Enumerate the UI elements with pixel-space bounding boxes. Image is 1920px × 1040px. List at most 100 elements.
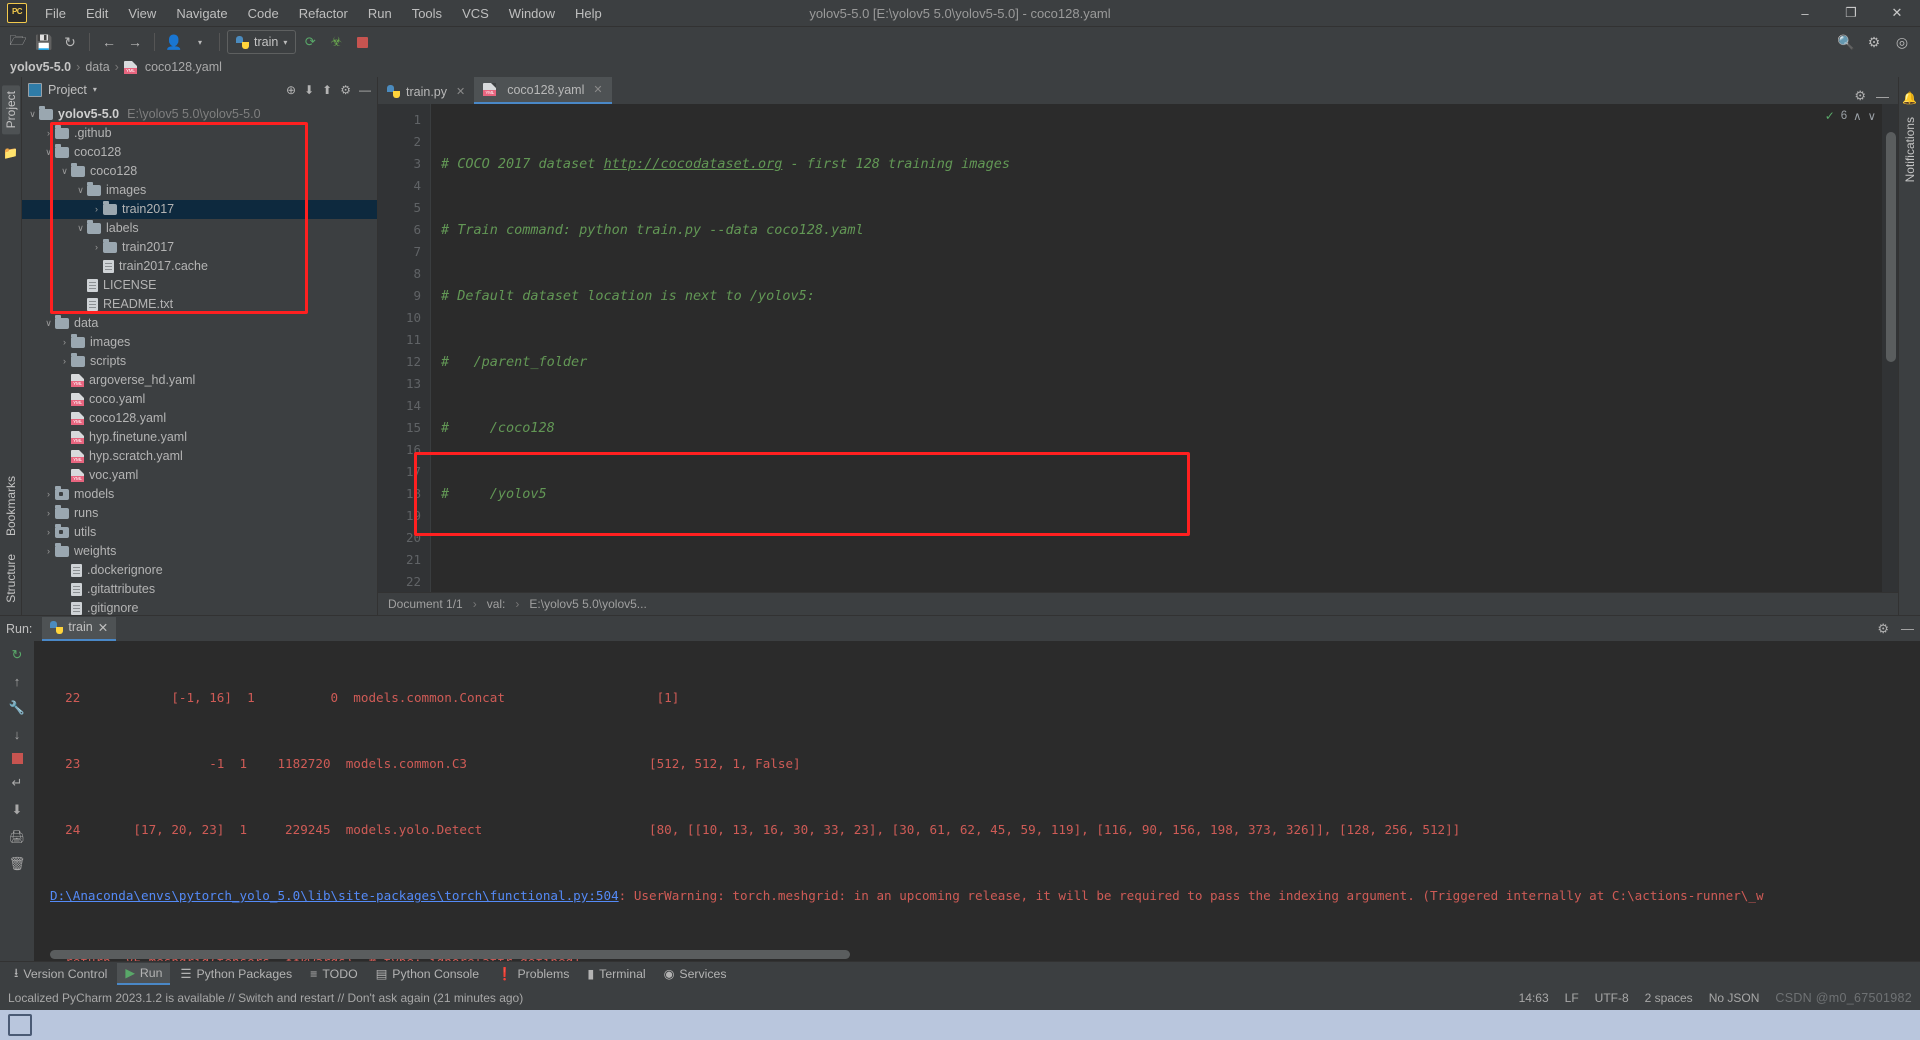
run-button[interactable]: ⟳ [298, 30, 322, 54]
tree-item--gitattributes[interactable]: ›.gitattributes [22, 580, 377, 599]
sync-icon[interactable]: ↻ [58, 30, 82, 54]
close-icon[interactable]: ✕ [98, 620, 108, 635]
tree-item--github[interactable]: › .github [22, 124, 377, 143]
open-project-icon[interactable]: 🗁 [6, 30, 30, 54]
scroll-to-end-icon[interactable]: ⬇ [12, 802, 23, 818]
tool-tab-problems[interactable]: ❗ Problems [489, 964, 577, 985]
tree-item-hyp-finetune-yaml[interactable]: ›hyp.finetune.yaml [22, 428, 377, 447]
account-icon[interactable]: ◎ [1890, 30, 1914, 54]
cocodataset-link[interactable]: http://cocodataset.org [604, 156, 783, 172]
expand-all-icon[interactable]: ⬇ [304, 83, 314, 97]
breadcrumb-data[interactable]: data [85, 60, 109, 74]
editor-tab-train-py[interactable]: train.py ✕ [378, 79, 475, 104]
tool-tab-services[interactable]: ◉ Services [656, 964, 735, 984]
chevron-down-icon[interactable]: ∨ [42, 147, 55, 158]
menu-code[interactable]: Code [238, 3, 289, 24]
debug-button[interactable]: ☣ [324, 30, 348, 54]
menu-vcs[interactable]: VCS [452, 3, 499, 24]
tool-tab-python-console[interactable]: ▤ Python Console [368, 964, 487, 984]
print-icon[interactable]: 🖨 [9, 829, 26, 845]
indent-setting[interactable]: 2 spaces [1645, 991, 1693, 1005]
chevron-right-icon[interactable]: › [42, 527, 55, 537]
editor-hide-icon[interactable]: — [1876, 89, 1889, 104]
code-editor[interactable]: 1 2 3 4 5 6 7 8 9 10 11 12 13 14 15 16 1 [378, 104, 1898, 592]
tree-item-yolov5-5-0[interactable]: ∨ yolov5-5.0 E:\yolov5 5.0\yolov5-5.0 [22, 105, 377, 124]
inspection-next-icon[interactable]: ∨ [1868, 109, 1876, 123]
tree-item-argoverse-hd-yaml[interactable]: ›argoverse_hd.yaml [22, 371, 377, 390]
chevron-right-icon[interactable]: › [42, 489, 55, 499]
console-horizontal-scrollbar[interactable] [50, 950, 850, 959]
tree-item--gitignore[interactable]: ›.gitignore [22, 599, 377, 615]
menu-refactor[interactable]: Refactor [289, 3, 358, 24]
sidebar-tab-structure[interactable]: Structure [2, 548, 20, 609]
breadcrumb-project[interactable]: yolov5-5.0 [10, 60, 71, 74]
maximize-button[interactable]: ❐ [1828, 0, 1874, 26]
run-configuration-selector[interactable]: train ▾ [227, 30, 297, 54]
close-button[interactable]: ✕ [1874, 0, 1920, 26]
tree-item-train2017[interactable]: › train2017 [22, 238, 377, 257]
scroll-down-icon[interactable]: ↓ [14, 727, 21, 742]
hide-panel-icon[interactable]: — [359, 83, 371, 97]
hide-panel-icon[interactable]: — [1901, 621, 1914, 636]
line-separator[interactable]: LF [1565, 991, 1579, 1005]
vcs-chevron-down-icon[interactable]: ▾ [188, 30, 212, 54]
editor-tab-coco128-yaml[interactable]: coco128.yaml ✕ [474, 77, 612, 104]
tree-item-utils[interactable]: › utils [22, 523, 377, 542]
chevron-right-icon[interactable]: › [42, 128, 55, 138]
chevron-down-icon[interactable]: ∨ [74, 223, 87, 234]
collapse-all-icon[interactable]: ⬆ [322, 83, 332, 97]
tree-item-hyp-scratch-yaml[interactable]: ›hyp.scratch.yaml [22, 447, 377, 466]
chevron-right-icon[interactable]: › [90, 204, 103, 214]
file-encoding[interactable]: UTF-8 [1595, 991, 1629, 1005]
menu-tools[interactable]: Tools [402, 3, 452, 24]
code-text[interactable]: # COCO 2017 dataset http://cocodataset.o… [430, 104, 1898, 592]
editor-scrollbar-track[interactable] [1882, 104, 1898, 592]
tree-item-labels[interactable]: ∨ labels [22, 219, 377, 238]
tree-item-images[interactable]: › images [22, 333, 377, 352]
menu-window[interactable]: Window [499, 3, 565, 24]
chevron-down-icon[interactable]: ∨ [58, 166, 71, 177]
back-icon[interactable]: ← [97, 30, 121, 54]
tool-tab-python-packages[interactable]: ☰ Python Packages [172, 964, 300, 984]
chevron-right-icon[interactable]: › [58, 356, 71, 366]
menu-edit[interactable]: Edit [76, 3, 118, 24]
tree-item-runs[interactable]: › runs [22, 504, 377, 523]
caret-position[interactable]: 14:63 [1519, 991, 1549, 1005]
stop-icon[interactable] [11, 753, 23, 764]
gear-icon[interactable]: ⚙ [340, 83, 351, 97]
tool-tab-todo[interactable]: ≡ TODO [302, 964, 366, 984]
forward-icon[interactable]: → [123, 30, 147, 54]
save-all-icon[interactable]: 💾 [32, 30, 56, 54]
notifications-bell-icon[interactable]: 🔔 [1902, 91, 1917, 105]
settings-wrench-icon[interactable]: 🔧 [9, 700, 25, 716]
sidebar-tab-bookmarks[interactable]: Bookmarks [2, 470, 20, 542]
tree-item-coco128[interactable]: ∨ coco128 [22, 162, 377, 181]
vcs-branch[interactable]: No JSON [1709, 991, 1760, 1005]
chevron-down-icon[interactable]: ∨ [74, 185, 87, 196]
menu-run[interactable]: Run [358, 3, 402, 24]
chevron-down-icon[interactable]: ∨ [26, 109, 39, 120]
menu-view[interactable]: View [118, 3, 166, 24]
inspection-prev-icon[interactable]: ∧ [1853, 109, 1861, 123]
tree-item-coco128[interactable]: ∨ coco128 [22, 143, 377, 162]
chevron-down-icon[interactable]: ∨ [42, 318, 55, 329]
tree-item-train2017[interactable]: › train2017 [22, 199, 377, 219]
chevron-right-icon[interactable]: › [42, 546, 55, 556]
tree-item-data[interactable]: ∨ data [22, 314, 377, 333]
run-tab-train[interactable]: train ✕ [42, 616, 117, 641]
tree-item-voc-yaml[interactable]: ›voc.yaml [22, 466, 377, 485]
close-icon[interactable]: ✕ [456, 85, 465, 98]
menu-help[interactable]: Help [565, 3, 612, 24]
rerun-icon[interactable]: ↻ [12, 647, 23, 663]
tree-item-weights[interactable]: › weights [22, 542, 377, 561]
menu-file[interactable]: File [35, 3, 76, 24]
tree-item-models[interactable]: › models [22, 485, 377, 504]
chevron-right-icon[interactable]: › [90, 242, 103, 252]
sidebar-tab-notifications[interactable]: Notifications [1901, 111, 1919, 188]
tree-item-license[interactable]: ›LICENSE [22, 276, 377, 295]
tool-tab-version-control[interactable]: ⭳ Version Control [6, 961, 115, 988]
tree-item-images[interactable]: ∨ images [22, 181, 377, 200]
status-message[interactable]: Localized PyCharm 2023.1.2 is available … [8, 991, 523, 1005]
breadcrumb-file[interactable]: coco128.yaml [145, 60, 222, 74]
gear-icon[interactable]: ⚙ [1862, 30, 1886, 54]
